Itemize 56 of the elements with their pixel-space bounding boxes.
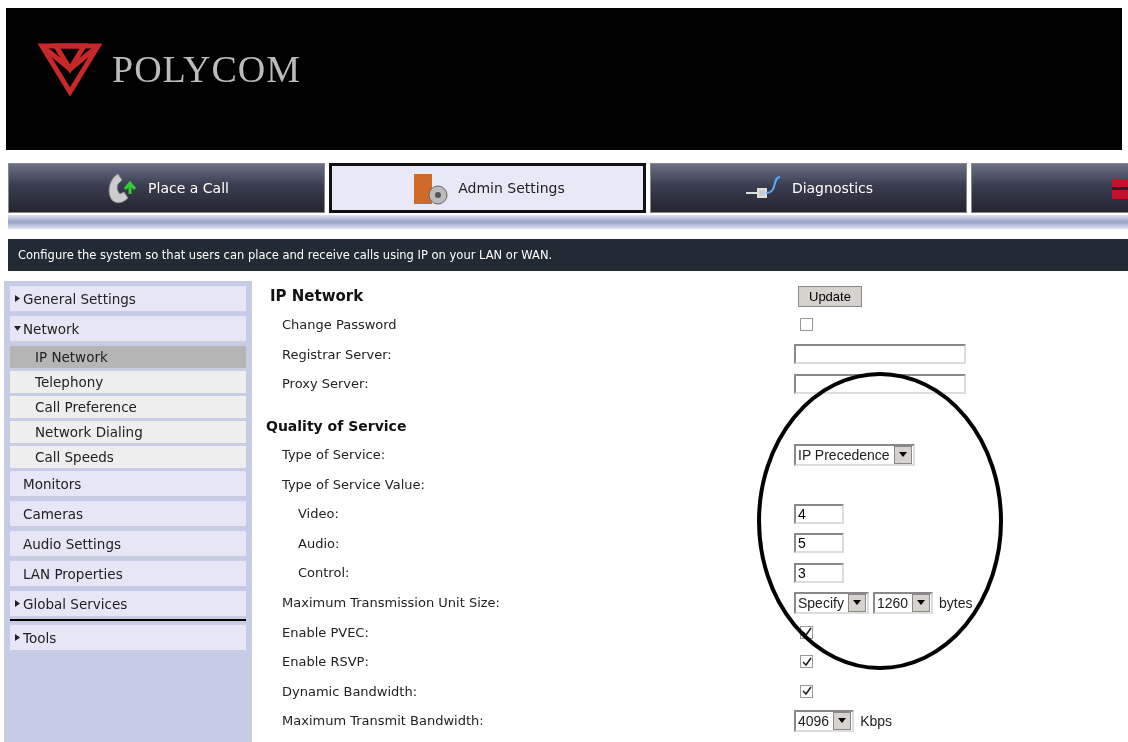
section-title: Quality of Service <box>266 417 408 434</box>
caret-down-icon <box>14 325 21 332</box>
caret-down-icon <box>838 718 847 724</box>
input-field[interactable] <box>794 344 966 365</box>
input-field[interactable]: 3 <box>794 562 844 583</box>
field-label: Type of Service Value: <box>281 476 426 492</box>
sidebar-item[interactable]: Cameras <box>10 501 246 527</box>
field-label: Audio: <box>297 535 341 551</box>
sidebar-item[interactable]: LAN Properties <box>10 561 246 587</box>
field-label: Maximum Transmit Bandwidth: <box>281 713 485 729</box>
info-text: Configure the system so that users can place and receive calls using IP on your LAN or WAN. <box>18 248 553 262</box>
caret-right-icon <box>14 634 21 641</box>
checkbox[interactable] <box>800 655 813 669</box>
field-label: Dynamic Bandwidth: <box>281 683 419 699</box>
field-label: Type of Service: <box>281 447 387 463</box>
field-label: Control: <box>297 565 351 581</box>
checkbox[interactable] <box>800 684 813 698</box>
field-label: Registrar Server: <box>281 346 393 362</box>
field-label: Video: <box>297 506 340 522</box>
dropdown[interactable]: IP Precedence <box>794 443 915 466</box>
caret-right-icon <box>14 600 21 607</box>
sidebar-item[interactable]: Global Services <box>10 591 246 617</box>
sidebar-subitem[interactable]: IP Network <box>10 346 246 368</box>
sidebar-subitem[interactable]: Network Dialing <box>10 421 246 443</box>
sidebar-subitem[interactable]: Call Speeds <box>10 446 246 468</box>
update-button[interactable]: Update <box>798 285 862 307</box>
field-label: Change Password <box>281 317 398 333</box>
caret-down-icon <box>917 600 926 606</box>
field-label: Enable RSVP: <box>281 654 370 670</box>
nav-tab[interactable]: Diagnostics <box>650 163 967 213</box>
sidebar-item[interactable]: Network <box>10 316 246 342</box>
nav-tab[interactable]: Place a Call <box>8 163 325 213</box>
nav-tab[interactable]: Admin Settings <box>329 163 646 213</box>
sidebar-item[interactable]: General Settings <box>10 286 246 312</box>
sidebar-item[interactable]: Audio Settings <box>10 531 246 557</box>
logo-text: POLYCOM <box>112 47 301 91</box>
sidebar-subitem[interactable]: Call Preference <box>10 396 246 418</box>
caret-down-icon <box>898 452 907 458</box>
sidebar-item[interactable]: Monitors <box>10 471 246 497</box>
unit-label: bytes <box>939 594 973 611</box>
triangles-logo-icon <box>38 42 102 96</box>
sidebar-subitem[interactable]: Telephony <box>10 371 246 393</box>
sidebar-item[interactable]: Tools <box>10 625 246 651</box>
field-label: Proxy Server: <box>281 376 370 392</box>
dropdown[interactable]: 1260 <box>872 591 934 614</box>
caret-down-icon <box>852 600 861 606</box>
input-field[interactable]: 4 <box>794 503 844 524</box>
caret-right-icon <box>14 295 21 302</box>
dropdown[interactable]: Specify <box>794 591 869 614</box>
dropdown[interactable]: 4096 <box>794 709 855 732</box>
field-label: Enable PVEC: <box>281 624 370 640</box>
input-field[interactable]: 5 <box>794 533 844 554</box>
unit-label: Kbps <box>860 712 893 729</box>
field-label: Maximum Transmission Unit Size: <box>281 595 501 611</box>
section-title: IP Network <box>269 287 365 305</box>
checkbox[interactable] <box>800 318 813 332</box>
